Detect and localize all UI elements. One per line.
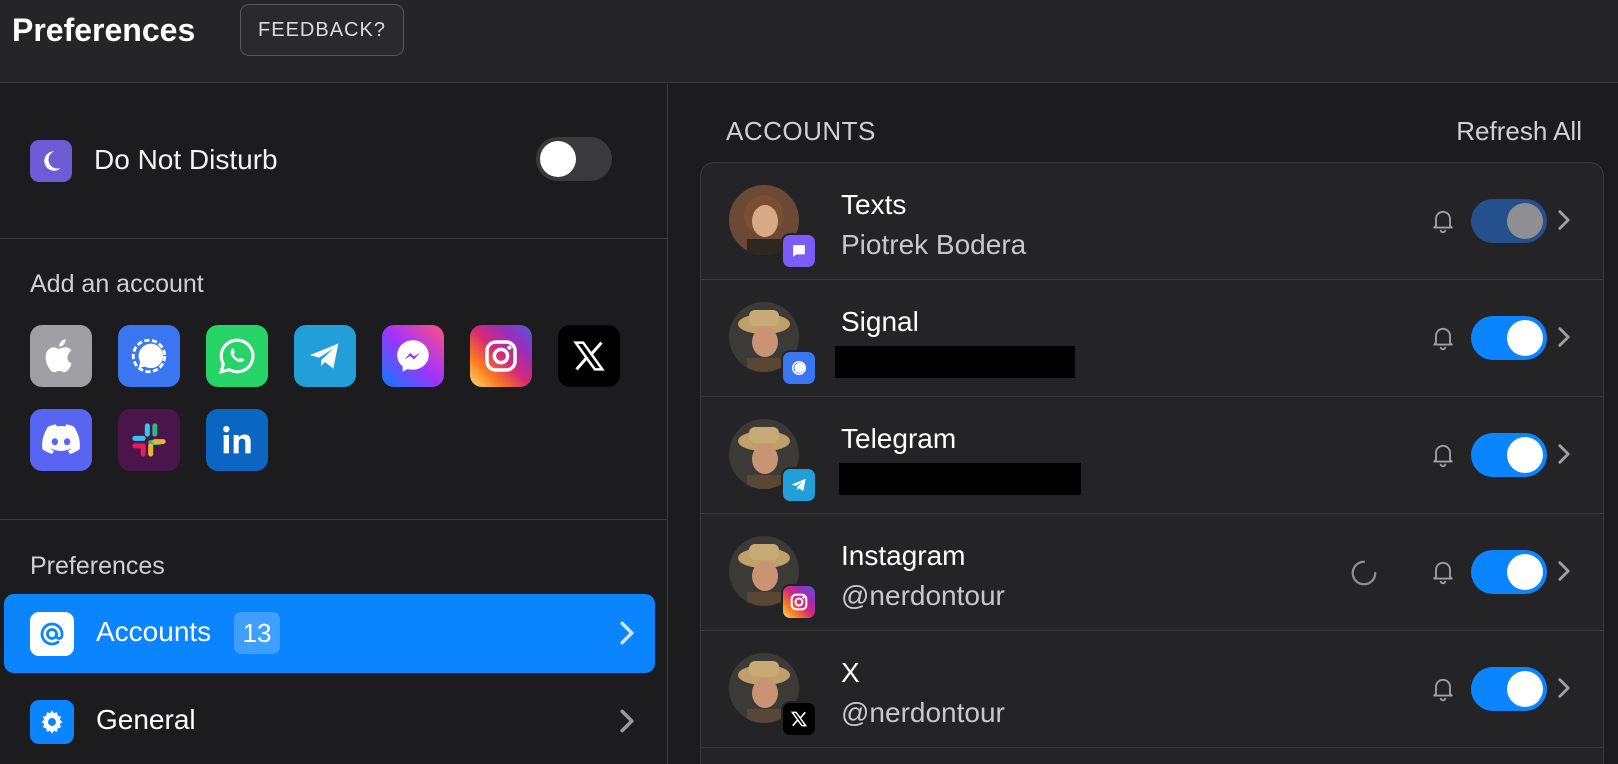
redacted-username xyxy=(839,463,1081,495)
chevron-right-icon xyxy=(620,709,634,733)
loading-spinner-icon xyxy=(1351,560,1377,586)
messenger-icon[interactable] xyxy=(382,325,444,387)
nav-item-accounts[interactable]: Accounts 13 xyxy=(4,594,655,673)
x-badge-icon xyxy=(781,701,817,737)
chevron-right-icon xyxy=(620,621,634,645)
chevron-right-icon xyxy=(1558,327,1570,347)
accounts-pane: ACCOUNTS Refresh All Texts Piotrek Boder… xyxy=(670,84,1618,764)
accounts-title: ACCOUNTS xyxy=(726,116,876,146)
nav-item-general[interactable]: General xyxy=(4,682,655,761)
add-account-title: Add an account xyxy=(30,270,204,298)
bell-icon[interactable] xyxy=(1429,439,1457,469)
whatsapp-icon[interactable] xyxy=(206,325,268,387)
account-network: X xyxy=(841,657,860,688)
bell-icon[interactable] xyxy=(1429,673,1457,703)
bell-icon[interactable] xyxy=(1429,205,1457,235)
refresh-all-button[interactable]: Refresh All xyxy=(1456,116,1582,147)
bell-icon[interactable] xyxy=(1429,556,1457,586)
account-user: Piotrek Bodera xyxy=(841,229,1027,260)
nav-item-label: Accounts xyxy=(96,616,212,647)
accounts-count-badge: 13 xyxy=(234,612,280,654)
chevron-right-icon xyxy=(1558,678,1570,698)
telegram-icon[interactable] xyxy=(294,325,356,387)
texts-badge-icon xyxy=(781,233,817,269)
feedback-button[interactable]: FEEDBACK? xyxy=(240,4,404,56)
linkedin-icon[interactable] xyxy=(206,409,268,471)
accounts-list: Texts Piotrek Bodera Signal Telegram Ins… xyxy=(700,162,1604,764)
chevron-right-icon xyxy=(1558,561,1570,581)
chevron-right-icon xyxy=(1558,210,1570,230)
account-row-telegram[interactable]: Telegram xyxy=(701,397,1603,514)
header-bar: Preferences FEEDBACK? xyxy=(0,0,1618,83)
account-toggle[interactable] xyxy=(1471,316,1547,360)
account-network: Telegram xyxy=(841,423,957,454)
account-row-x[interactable]: X @nerdontour xyxy=(701,631,1603,748)
do-not-disturb-row: Do Not Disturb xyxy=(0,84,668,239)
telegram-badge-icon xyxy=(781,467,817,503)
instagram-icon[interactable] xyxy=(470,325,532,387)
do-not-disturb-toggle[interactable] xyxy=(536,137,612,181)
nav-item-label: General xyxy=(96,704,196,735)
slack-icon[interactable] xyxy=(118,409,180,471)
x-icon[interactable] xyxy=(558,325,620,387)
apple-icon[interactable] xyxy=(30,325,92,387)
instagram-badge-icon xyxy=(781,584,817,620)
chevron-right-icon xyxy=(1558,444,1570,464)
preferences-section-title: Preferences xyxy=(30,552,165,580)
moon-icon xyxy=(30,140,72,182)
redacted-username xyxy=(835,346,1075,378)
account-toggle[interactable] xyxy=(1471,550,1547,594)
account-network: Instagram xyxy=(841,540,966,571)
discord-icon[interactable] xyxy=(30,409,92,471)
account-row-texts[interactable]: Texts Piotrek Bodera xyxy=(701,163,1603,280)
account-toggle[interactable] xyxy=(1471,433,1547,477)
account-toggle[interactable] xyxy=(1471,667,1547,711)
do-not-disturb-label: Do Not Disturb xyxy=(94,144,278,175)
add-account-section: Add an account xyxy=(0,240,668,520)
signal-icon[interactable] xyxy=(118,325,180,387)
account-row-instagram[interactable]: Instagram @nerdontour xyxy=(701,514,1603,631)
left-pane: Do Not Disturb Add an account Preference… xyxy=(0,84,668,764)
account-user: @nerdontour xyxy=(841,580,1005,611)
account-user: @nerdontour xyxy=(841,697,1005,728)
account-row-signal[interactable]: Signal xyxy=(701,280,1603,397)
gear-icon xyxy=(30,700,74,744)
at-sign-icon xyxy=(30,612,74,656)
bell-icon[interactable] xyxy=(1429,322,1457,352)
account-network: Texts xyxy=(841,189,907,220)
signal-badge-icon xyxy=(781,350,817,386)
account-network: Signal xyxy=(841,306,919,337)
page-title: Preferences xyxy=(12,12,196,48)
account-toggle[interactable] xyxy=(1471,199,1547,243)
